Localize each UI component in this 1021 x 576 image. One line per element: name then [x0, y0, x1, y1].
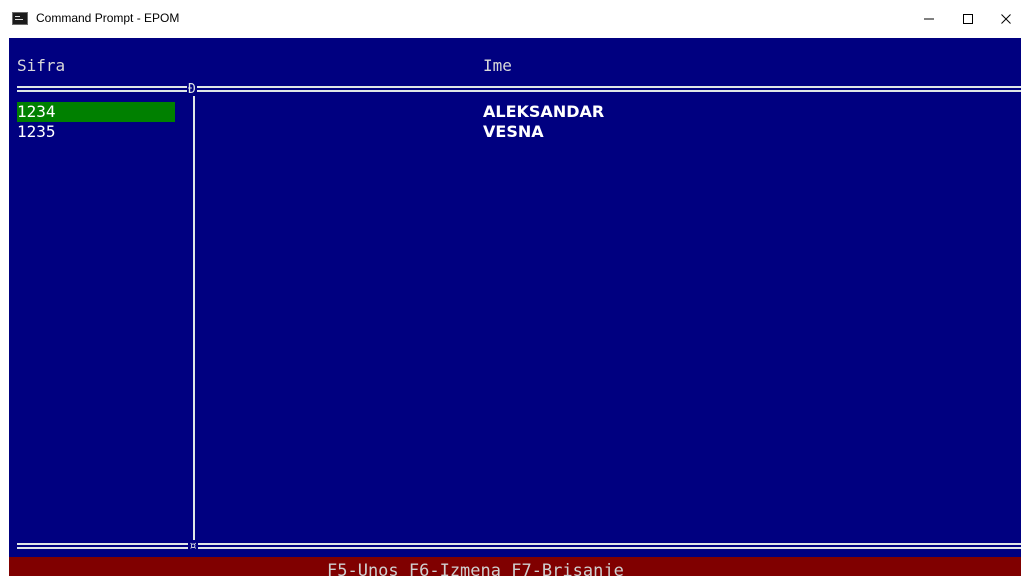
cmd-icon — [12, 12, 28, 25]
title-bar[interactable]: Command Prompt - EPOM — [0, 0, 1021, 38]
divider-junction-top: Ð — [187, 82, 197, 97]
table-row-code[interactable]: 1235 — [17, 122, 175, 142]
divider-junction-bottom: ¤ — [188, 539, 198, 554]
maximize-icon — [963, 14, 973, 24]
column-header-ime: Ime — [483, 56, 512, 75]
table-row-code-selected[interactable]: 1234 — [17, 102, 175, 122]
table-row-name[interactable]: VESNA — [483, 122, 544, 142]
header-divider — [17, 86, 1021, 92]
footer-divider — [17, 543, 1021, 549]
table-row-name[interactable]: ALEKSANDAR — [483, 102, 604, 122]
column-divider — [193, 93, 195, 544]
close-icon — [1001, 14, 1011, 24]
function-key-bar: F5-Unos F6-Izmena F7-Brisanje — [9, 557, 1021, 576]
console-area[interactable]: Sifra Ime Ð 1234 ALEKSANDAR 1235 VESNA ¤… — [9, 38, 1021, 576]
column-header-sifra: Sifra — [17, 56, 66, 75]
close-button[interactable] — [983, 0, 1021, 38]
function-key-hints: F5-Unos F6-Izmena F7-Brisanje — [327, 561, 624, 576]
minimize-icon — [924, 18, 934, 20]
window-title: Command Prompt - EPOM — [36, 11, 180, 25]
